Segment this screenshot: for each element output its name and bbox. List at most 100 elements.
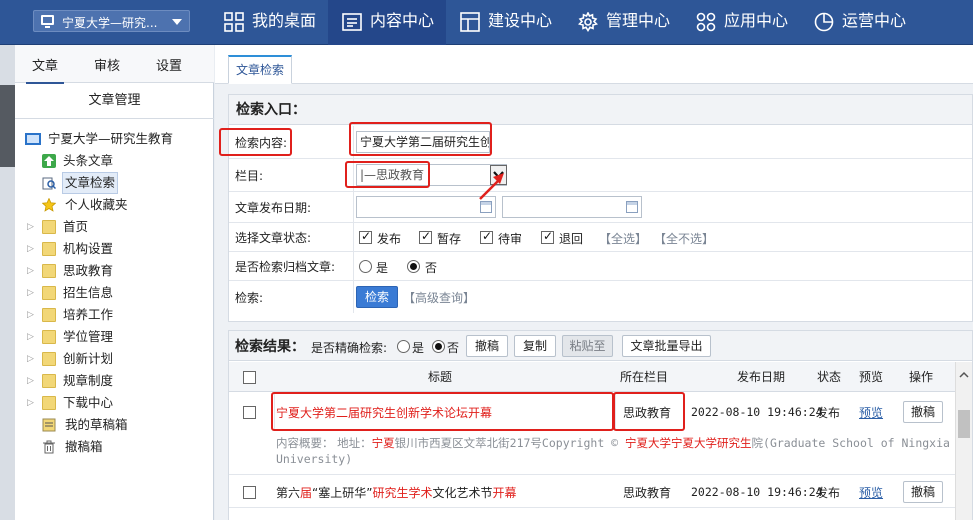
search-action-row: 检索: 检索 【高级查询】 bbox=[229, 281, 972, 313]
results-scrollbar[interactable] bbox=[955, 362, 972, 520]
row-checkbox[interactable] bbox=[243, 486, 256, 499]
main-content: 文章检索 检索入口： 检索内容: 宁夏大学第二届研究生创 栏目: |—思政教育 … bbox=[215, 45, 973, 520]
gear-icon bbox=[578, 12, 598, 32]
select-all-checkbox[interactable] bbox=[243, 371, 256, 384]
copy-button[interactable]: 复制 bbox=[514, 335, 556, 357]
row-summary: 内容概要： 地址：宁夏银川市西夏区文萃北街217号Copyright © 宁夏大… bbox=[276, 435, 956, 467]
archive-label: 是否检索归档文章: bbox=[229, 252, 354, 280]
pie-chart-icon bbox=[814, 12, 834, 32]
sidebar-item-label: 规章制度 bbox=[63, 373, 114, 388]
batch-export-button[interactable]: 文章批量导出 bbox=[622, 335, 711, 357]
nav-label: 运营中心 bbox=[842, 11, 907, 30]
chevron-up-icon[interactable] bbox=[959, 370, 969, 380]
status-row: 选择文章状态: 发布 暂存 待审 退回 【全选】 【全不选】 bbox=[229, 223, 972, 252]
expand-icon[interactable]: ▷ bbox=[27, 392, 34, 414]
date-from-input[interactable] bbox=[356, 196, 496, 218]
sidebar-item-label: 思政教育 bbox=[63, 263, 114, 278]
highlight-box bbox=[219, 128, 292, 156]
site-selector[interactable]: 宁夏大学—研究... bbox=[33, 10, 190, 32]
summary-text: 银川市西夏区文萃北街217号Copyright © bbox=[394, 436, 626, 450]
tab-review[interactable]: 审核 bbox=[94, 55, 120, 74]
sidebar-item-label: 下载中心 bbox=[63, 395, 114, 410]
grid-icon bbox=[224, 12, 244, 32]
sidebar-item-label: 创新计划 bbox=[63, 351, 114, 366]
status-pending-checkbox[interactable] bbox=[480, 229, 493, 244]
expand-icon[interactable]: ▷ bbox=[27, 348, 34, 370]
nav-manage-center[interactable]: 管理中心 bbox=[578, 0, 678, 45]
archive-yes-radio[interactable] bbox=[359, 260, 372, 273]
nav-my-desktop[interactable]: 我的桌面 bbox=[224, 0, 324, 45]
select-none-link[interactable]: 【全不选】 bbox=[654, 230, 714, 247]
date-to-input[interactable] bbox=[502, 196, 642, 218]
exact-no-label: 否 bbox=[447, 341, 460, 355]
arrow-up-icon bbox=[42, 154, 56, 168]
advanced-search-link[interactable]: 【高级查询】 bbox=[403, 289, 475, 306]
expand-icon[interactable]: ▷ bbox=[27, 260, 34, 282]
status-returned-label: 退回 bbox=[559, 232, 584, 246]
paste-to-button[interactable]: 粘贴至 bbox=[562, 335, 613, 357]
row-preview-link[interactable]: 预览 bbox=[859, 404, 883, 421]
status-label: 选择文章状态: bbox=[229, 223, 354, 251]
expand-icon[interactable]: ▷ bbox=[27, 282, 34, 304]
sidebar-tabs: 文章 审核 设置 bbox=[15, 45, 214, 84]
site-selector-label: 宁夏大学—研究... bbox=[62, 16, 158, 30]
column-row: 栏目: |—思政教育 bbox=[229, 159, 972, 192]
exact-yes-radio[interactable] bbox=[397, 340, 410, 353]
tab-articles[interactable]: 文章 bbox=[25, 55, 65, 84]
tab-settings[interactable]: 设置 bbox=[156, 55, 182, 74]
table-row: 第六届“塞上研华”研究生学术文化艺术节开幕 思政教育 2022-08-10 19… bbox=[229, 476, 955, 508]
folder-icon bbox=[42, 374, 56, 388]
nav-app-center[interactable]: 应用中心 bbox=[696, 0, 796, 45]
sidebar-item-label: 撤稿箱 bbox=[65, 439, 103, 454]
results-heading: 检索结果： bbox=[235, 339, 305, 355]
date-row: 文章发布日期: bbox=[229, 192, 972, 223]
status-returned-checkbox[interactable] bbox=[541, 229, 554, 244]
nav-build-center[interactable]: 建设中心 bbox=[460, 0, 560, 45]
status-published-label: 发布 bbox=[377, 232, 402, 246]
nav-operation-center[interactable]: 运营中心 bbox=[814, 0, 914, 45]
status-published-checkbox[interactable] bbox=[359, 229, 372, 244]
column-header-column: 所在栏目 bbox=[619, 370, 668, 384]
exact-yes-label: 是 bbox=[412, 341, 425, 355]
archive-row: 是否检索归档文章: 是 否 bbox=[229, 252, 972, 281]
folder-icon bbox=[42, 264, 56, 278]
row-preview-link[interactable]: 预览 bbox=[859, 484, 883, 501]
exact-no-radio[interactable] bbox=[432, 340, 445, 353]
nav-content-center[interactable]: 内容中心 bbox=[328, 0, 446, 45]
row-title-link[interactable]: 第六届“塞上研华”研究生学术文化艺术节开幕 bbox=[276, 484, 517, 501]
row-withdraw-button[interactable]: 撤稿 bbox=[903, 481, 943, 503]
folder-icon bbox=[42, 352, 56, 366]
calendar-icon[interactable] bbox=[626, 201, 638, 213]
nav-label: 建设中心 bbox=[488, 11, 553, 30]
expand-icon[interactable]: ▷ bbox=[27, 304, 34, 326]
expand-icon[interactable]: ▷ bbox=[27, 216, 34, 238]
scrollbar-thumb[interactable] bbox=[958, 410, 970, 438]
folder-icon bbox=[42, 286, 56, 300]
row-status: 发布 bbox=[816, 406, 841, 420]
expand-icon[interactable]: ▷ bbox=[27, 238, 34, 260]
status-staged-checkbox[interactable] bbox=[419, 229, 432, 244]
summary-prefix: 内容概要： 地址： bbox=[276, 436, 372, 450]
archive-no-label: 否 bbox=[425, 261, 438, 275]
sidebar-item-label: 头条文章 bbox=[63, 153, 114, 168]
archive-no-radio[interactable] bbox=[407, 260, 420, 273]
expand-icon[interactable]: ▷ bbox=[27, 326, 34, 348]
expand-icon[interactable]: ▷ bbox=[27, 370, 34, 392]
select-all-link[interactable]: 【全选】 bbox=[599, 230, 647, 247]
search-button[interactable]: 检索 bbox=[356, 286, 398, 308]
row-withdraw-button[interactable]: 撤稿 bbox=[903, 401, 943, 423]
highlight-box bbox=[613, 392, 685, 431]
highlight-box bbox=[271, 392, 614, 431]
title-part: 研究生学术 bbox=[372, 486, 433, 500]
summary-highlight: 宁夏 bbox=[371, 436, 395, 450]
sidebar: 文章 审核 设置 文章管理 宁夏大学—研究生教育 头条文章 文章检索 个人收藏夹… bbox=[15, 45, 214, 520]
sidebar-item-label: 机构设置 bbox=[63, 241, 114, 256]
computer-icon bbox=[25, 133, 41, 145]
column-header-preview: 预览 bbox=[858, 370, 883, 384]
withdraw-button[interactable]: 撤稿 bbox=[466, 335, 508, 357]
row-checkbox[interactable] bbox=[243, 406, 256, 419]
tab-article-search[interactable]: 文章检索 bbox=[228, 55, 292, 84]
top-navigation-bar: 宁夏大学—研究... 我的桌面 内容中心 建设中心 管理中心 应用中心 运营中心 bbox=[0, 0, 973, 45]
search-action-label: 检索: bbox=[229, 281, 354, 313]
row-date: 2022-08-10 19:46:24 bbox=[691, 485, 823, 499]
